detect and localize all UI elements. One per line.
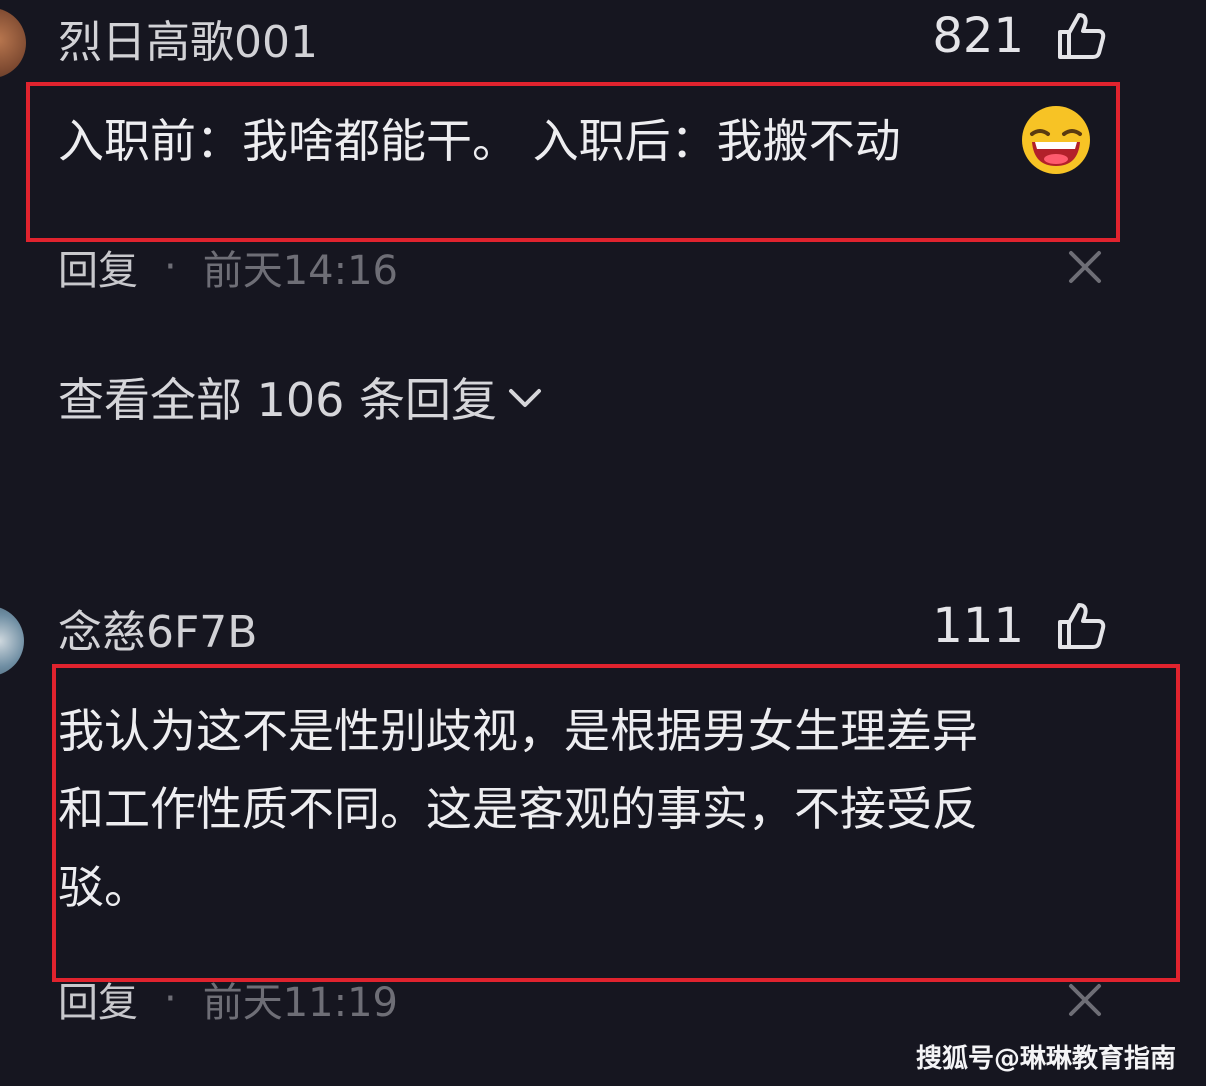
comment-timestamp: 前天11:19 — [202, 980, 398, 1026]
reply-button[interactable]: 回复 — [58, 238, 138, 296]
thumbs-up-icon[interactable] — [1054, 600, 1106, 652]
chevron-down-icon — [509, 389, 542, 407]
meta-separator: · — [164, 976, 177, 1022]
avatar[interactable] — [0, 606, 24, 676]
meta-separator: · — [164, 244, 177, 290]
reply-button[interactable]: 回复 — [58, 970, 138, 1028]
like-control[interactable]: 821 — [932, 8, 1106, 64]
comments-page: 烈日高歌001 821 入职前：我啥都能干。 入职后：我搬不动 回复 · 前天1… — [0, 0, 1206, 1086]
highlight-box — [52, 664, 1180, 982]
close-icon[interactable] — [1066, 248, 1104, 286]
comment-meta: 回复 · 前天11:19 — [58, 970, 398, 1028]
comment-timestamp: 前天14:16 — [202, 248, 398, 294]
like-control[interactable]: 111 — [932, 598, 1106, 654]
watermark: 搜狐号@琳琳教育指南 — [915, 1044, 1176, 1074]
thumbs-up-icon[interactable] — [1054, 10, 1106, 62]
view-all-replies-label: 查看全部 106 条回复 — [58, 373, 498, 427]
comment-username[interactable]: 念慈6F7B — [58, 596, 257, 660]
like-count: 821 — [932, 8, 1024, 64]
highlight-box — [26, 82, 1120, 242]
comment-meta: 回复 · 前天14:16 — [58, 238, 398, 296]
comment-username[interactable]: 烈日高歌001 — [58, 6, 318, 70]
like-count: 111 — [932, 598, 1024, 654]
view-all-replies-button[interactable]: 查看全部 106 条回复 — [58, 364, 545, 430]
close-icon[interactable] — [1066, 981, 1104, 1019]
avatar[interactable] — [0, 8, 26, 78]
